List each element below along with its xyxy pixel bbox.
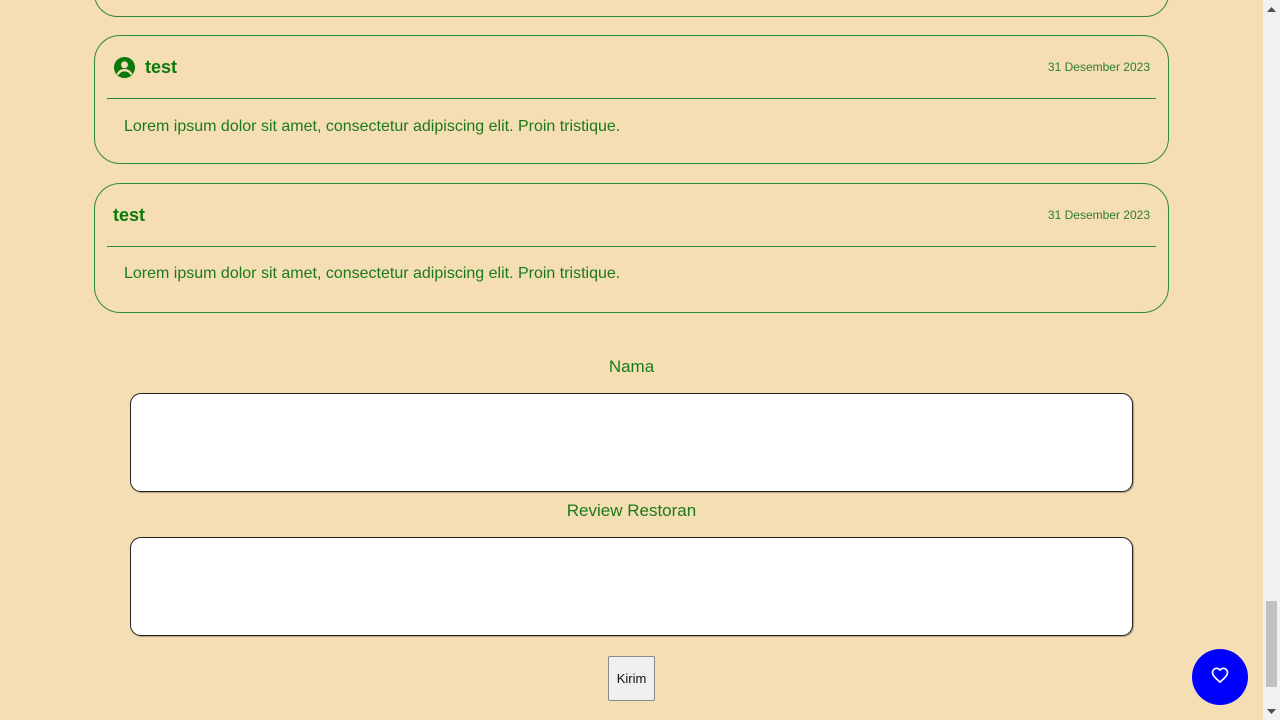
review-label: Review Restoran: [566, 501, 697, 520]
scroll-down-arrow[interactable]: [1263, 703, 1280, 720]
reviewer: test: [113, 56, 177, 79]
reviewer-name: test: [145, 56, 178, 77]
reviewer: test: [113, 205, 145, 226]
name-input[interactable]: [130, 393, 1133, 492]
reviewer-name: test: [113, 204, 146, 225]
favorite-button[interactable]: [1192, 649, 1248, 705]
review-card-header: test 31 Desember 2023: [107, 184, 1156, 247]
review-date: 31 Desember 2023: [1047, 60, 1150, 74]
submit-button[interactable]: Kirim: [608, 656, 655, 701]
name-label: Nama: [608, 357, 655, 376]
review-textarea[interactable]: [130, 537, 1133, 636]
vertical-scrollbar[interactable]: [1263, 0, 1280, 720]
scrollbar-thumb[interactable]: [1266, 601, 1277, 687]
heart-icon: [1210, 665, 1230, 690]
review-card: test 31 Desember 2023 Lorem ipsum dolor …: [94, 35, 1169, 164]
scroll-up-arrow[interactable]: [1263, 0, 1280, 17]
review-card-partial: [94, 0, 1169, 17]
review-card: test 31 Desember 2023 Lorem ipsum dolor …: [94, 183, 1169, 313]
user-icon: [113, 56, 136, 79]
restaurant-review-page: test 31 Desember 2023 Lorem ipsum dolor …: [0, 0, 1280, 720]
review-card-header: test 31 Desember 2023: [107, 36, 1156, 99]
review-text: Lorem ipsum dolor sit amet, consectetur …: [124, 118, 621, 135]
review-text: Lorem ipsum dolor sit amet, consectetur …: [124, 265, 621, 282]
review-date: 31 Desember 2023: [1047, 208, 1150, 222]
